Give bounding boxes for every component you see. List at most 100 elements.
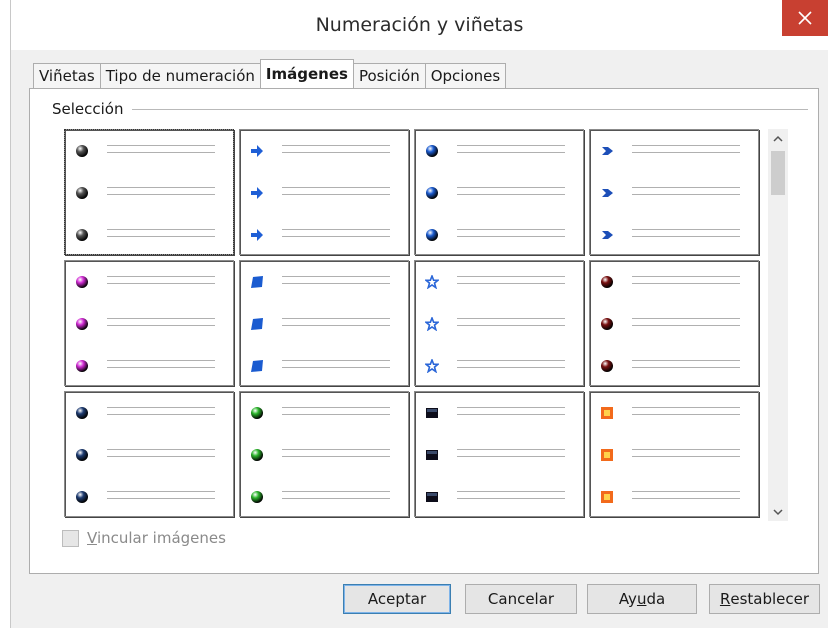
- bullet-option-cell[interactable]: [64, 260, 234, 386]
- text-placeholder-lines: [282, 407, 390, 421]
- bullet-preview-row: [250, 144, 398, 158]
- bullet-icon: [75, 359, 89, 373]
- pink-sphere-bullet-icon: [76, 276, 88, 288]
- bullet-icon: [600, 490, 614, 504]
- bullet-preview-row: [75, 144, 223, 158]
- bullet-icon: [75, 317, 89, 331]
- text-placeholder-lines: [282, 276, 390, 290]
- blue-star-bullet-icon: [423, 315, 441, 332]
- scroll-down-arrow[interactable]: [768, 503, 788, 521]
- bullet-preview-row: [250, 359, 398, 373]
- chevron-down-icon: [773, 508, 783, 515]
- text-placeholder-lines: [282, 145, 390, 159]
- tab-options[interactable]: Opciones: [424, 63, 507, 88]
- bullet-icon: [250, 228, 264, 242]
- bullet-icon: [250, 406, 264, 420]
- bullet-icon: [425, 406, 439, 420]
- blue-arrow-bullet-icon: [251, 187, 263, 199]
- orange-square-bullet-icon: [601, 407, 613, 419]
- bullet-option-cell[interactable]: [589, 260, 759, 386]
- text-placeholder-lines: [107, 229, 215, 243]
- bullet-icon: [75, 228, 89, 242]
- tab-images[interactable]: Imágenes: [259, 59, 354, 88]
- text-placeholder-lines: [107, 145, 215, 159]
- gray-sphere-bullet-icon: [76, 145, 88, 157]
- bullet-preview-row: [75, 359, 223, 373]
- bullet-icon: [600, 317, 614, 331]
- bullet-option-cell[interactable]: [64, 391, 234, 517]
- bullet-icon: [250, 359, 264, 373]
- bullet-preview-row: [425, 448, 573, 462]
- bullet-icon: [250, 144, 264, 158]
- bullet-preview-row: [425, 406, 573, 420]
- text-placeholder-lines: [632, 145, 740, 159]
- tab-bullets[interactable]: Viñetas: [33, 63, 101, 88]
- reset-button[interactable]: Restablecer: [709, 584, 820, 614]
- group-divider: [131, 108, 808, 110]
- orange-square-bullet-icon: [601, 449, 613, 461]
- bullet-option-cell[interactable]: [239, 391, 409, 517]
- text-placeholder-lines: [457, 187, 565, 201]
- images-panel: Selección Vincular imágenes: [29, 88, 819, 574]
- text-placeholder-lines: [632, 318, 740, 332]
- cancel-button[interactable]: Cancelar: [465, 584, 577, 614]
- bullet-preview-row: [600, 406, 748, 420]
- scroll-thumb[interactable]: [771, 151, 785, 195]
- bullet-image-grid: [64, 129, 764, 521]
- blue-star-bullet-icon: [423, 357, 441, 374]
- text-placeholder-lines: [457, 276, 565, 290]
- bullet-preview-row: [600, 448, 748, 462]
- ok-button[interactable]: Aceptar: [343, 584, 451, 614]
- title-bar: Numeración y viñetas: [11, 0, 828, 50]
- bullet-option-cell[interactable]: [414, 129, 584, 255]
- bullet-icon: [250, 317, 264, 331]
- bullet-preview-row: [425, 490, 573, 504]
- tab-numbering-type[interactable]: Tipo de numeración: [99, 63, 261, 88]
- text-placeholder-lines: [107, 491, 215, 505]
- text-placeholder-lines: [282, 360, 390, 374]
- navy-sphere-bullet-icon: [76, 491, 88, 503]
- text-placeholder-lines: [282, 449, 390, 463]
- bullet-icon: [75, 406, 89, 420]
- gray-sphere-bullet-icon: [76, 187, 88, 199]
- bullet-icon: [250, 490, 264, 504]
- bullet-preview-row: [250, 275, 398, 289]
- link-images-checkbox[interactable]: [62, 529, 79, 547]
- bullet-preview-row: [250, 186, 398, 200]
- bullet-icon: [425, 490, 439, 504]
- bullet-preview-row: [250, 490, 398, 504]
- bullet-icon: [600, 186, 614, 200]
- selection-group: Selección: [52, 99, 808, 119]
- dark-red-sphere-bullet-icon: [601, 360, 613, 372]
- close-button[interactable]: [782, 0, 828, 36]
- bullet-icon: [600, 144, 614, 158]
- bullet-icon: [600, 275, 614, 289]
- bullet-option-cell[interactable]: [589, 129, 759, 255]
- bullet-option-cell[interactable]: [414, 391, 584, 517]
- bullet-preview-row: [75, 406, 223, 420]
- bullet-option-cell[interactable]: [589, 391, 759, 517]
- text-placeholder-lines: [457, 229, 565, 243]
- bullet-option-cell[interactable]: [414, 260, 584, 386]
- tab-position[interactable]: Posición: [352, 63, 426, 88]
- bullet-option-cell[interactable]: [239, 129, 409, 255]
- close-icon: [798, 11, 812, 25]
- bullet-icon: [600, 406, 614, 420]
- blue-diamond-arrow-bullet-icon: [602, 189, 613, 197]
- bullet-preview-row: [600, 490, 748, 504]
- blue-sphere-bullet-icon: [426, 145, 438, 157]
- bullet-option-cell[interactable]: [239, 260, 409, 386]
- bullet-option-cell[interactable]: [64, 129, 234, 255]
- grid-scrollbar[interactable]: [768, 129, 788, 521]
- help-button[interactable]: Ay u da: [587, 584, 697, 614]
- scroll-up-arrow[interactable]: [768, 129, 788, 147]
- bullet-preview-row: [75, 490, 223, 504]
- bullet-icon: [425, 186, 439, 200]
- bullet-preview-row: [425, 228, 573, 242]
- bullet-icon: [425, 228, 439, 242]
- bullet-preview-row: [75, 228, 223, 242]
- text-placeholder-lines: [632, 229, 740, 243]
- bullet-icon: [600, 359, 614, 373]
- bullet-icon: [75, 186, 89, 200]
- blue-sphere-bullet-icon: [426, 187, 438, 199]
